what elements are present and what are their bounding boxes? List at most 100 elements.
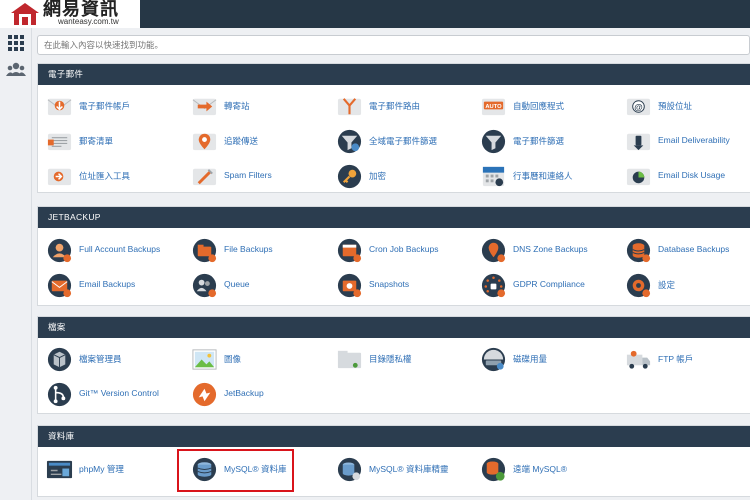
svg-text:@: @: [634, 102, 642, 112]
email-backups-icon: [47, 273, 72, 298]
item-address-importer[interactable]: 位址匯入工具: [46, 162, 186, 190]
section-jetbackup-title: JETBACKUP: [38, 207, 750, 228]
item-mailing-lists[interactable]: 郵寄清單: [46, 127, 186, 155]
item-email-deliverability[interactable]: Email Deliverability: [625, 127, 750, 155]
item-label: 行事曆和連絡人: [513, 171, 573, 181]
item-label: Email Disk Usage: [658, 170, 726, 180]
item-encryption[interactable]: 加密: [336, 162, 476, 190]
calendars-contacts-icon: [482, 166, 505, 187]
item-settings[interactable]: 設定: [625, 271, 750, 299]
database-backups-icon: [626, 238, 651, 263]
item-email-backups[interactable]: Email Backups: [46, 271, 186, 299]
item-label: 追蹤傳送: [224, 136, 259, 146]
file-manager-icon: [47, 347, 72, 372]
item-git-version-control[interactable]: Git™ Version Control: [46, 380, 186, 408]
item-file-backups[interactable]: File Backups: [191, 236, 331, 264]
item-label: 電子郵件路由: [369, 101, 421, 111]
item-cron-job-backups[interactable]: Cron Job Backups: [336, 236, 476, 264]
item-label: MySQL® 資料庫精靈: [369, 464, 449, 474]
track-delivery-icon: [192, 133, 217, 151]
brand-logo[interactable]: 網易資訊 wanteasy.com.tw: [0, 0, 140, 28]
item-ftp-accounts[interactable]: FTP 帳戶: [625, 345, 750, 373]
item-images[interactable]: 圖像: [191, 345, 331, 373]
users-icon[interactable]: [6, 60, 26, 80]
full-account-backups-icon: [47, 238, 72, 263]
grid-icon[interactable]: [6, 33, 26, 53]
email-disk-usage-icon: [626, 168, 651, 186]
jetbackup-icon: [192, 382, 217, 407]
mysql-database-wizard-icon: [337, 457, 362, 482]
item-label: Email Deliverability: [658, 135, 730, 145]
images-icon: [192, 349, 217, 370]
address-importer-icon: [47, 168, 72, 186]
item-label: GDPR Compliance: [513, 279, 585, 289]
sidebar: [0, 28, 32, 500]
house-logo-icon: [11, 3, 39, 25]
item-label: 位址匯入工具: [79, 171, 131, 181]
settings-icon: [626, 273, 651, 298]
item-label: 郵寄清單: [79, 136, 114, 146]
file-backups-icon: [192, 238, 217, 263]
item-file-manager[interactable]: 檔案管理員: [46, 345, 186, 373]
email-routing-icon: [337, 98, 362, 116]
email-filters-icon: [481, 129, 506, 154]
item-label: 轉寄站: [224, 101, 250, 111]
item-mysql-databases[interactable]: MySQL® 資料庫: [191, 455, 331, 483]
item-email-routing[interactable]: 電子郵件路由: [336, 92, 476, 120]
item-label: MySQL® 資料庫: [224, 464, 287, 474]
ftp-accounts-icon: [626, 350, 651, 369]
phpmyadmin-icon: [46, 460, 73, 479]
item-label: Queue: [224, 279, 250, 289]
item-directory-privacy[interactable]: 目錄隱私權: [336, 345, 476, 373]
item-mysql-database-wizard[interactable]: MySQL® 資料庫精靈: [336, 455, 476, 483]
item-autoresponders[interactable]: AUTO 自動回應程式: [480, 92, 620, 120]
global-email-filters-icon: [337, 129, 362, 154]
item-label: File Backups: [224, 244, 273, 254]
item-dns-zone-backups[interactable]: DNS Zone Backups: [480, 236, 620, 264]
item-label: 自動回應程式: [513, 101, 565, 111]
mysql-databases-icon: [192, 457, 217, 482]
item-full-account-backups[interactable]: Full Account Backups: [46, 236, 186, 264]
item-label: Snapshots: [369, 279, 410, 289]
default-address-icon: @: [626, 98, 651, 116]
item-label: Spam Filters: [224, 170, 272, 180]
item-label: 目錄隱私權: [369, 354, 412, 364]
section-email-title: 電子郵件: [38, 64, 750, 85]
item-email-filters[interactable]: 電子郵件篩選: [480, 127, 620, 155]
item-label: 電子郵件帳戶: [79, 101, 131, 111]
email-accounts-icon: [47, 98, 72, 116]
item-phpmyadmin[interactable]: phpMy 管理: [46, 455, 186, 483]
item-snapshots[interactable]: Snapshots: [336, 271, 476, 299]
item-remote-mysql[interactable]: 遠端 MySQL®: [480, 455, 620, 483]
item-disk-usage[interactable]: 磁碟用量: [480, 345, 620, 373]
item-queue[interactable]: Queue: [191, 271, 331, 299]
item-label: Database Backups: [658, 244, 730, 254]
item-database-backups[interactable]: Database Backups: [625, 236, 750, 264]
disk-usage-icon: [481, 347, 506, 372]
gdpr-compliance-icon: [481, 273, 506, 298]
encryption-icon: [337, 164, 362, 189]
item-spam-filters[interactable]: Spam Filters: [191, 162, 331, 190]
item-label: 預設位址: [658, 101, 693, 111]
item-email-disk-usage[interactable]: Email Disk Usage: [625, 162, 750, 190]
search-input[interactable]: [37, 35, 750, 55]
forwarders-icon: [192, 98, 217, 116]
item-global-email-filters[interactable]: 全域電子郵件篩選: [336, 127, 476, 155]
item-label: JetBackup: [224, 388, 264, 398]
item-gdpr-compliance[interactable]: GDPR Compliance: [480, 271, 620, 299]
item-label: FTP 帳戶: [658, 354, 694, 364]
item-track-delivery[interactable]: 追蹤傳送: [191, 127, 331, 155]
item-label: 電子郵件篩選: [513, 136, 565, 146]
item-label: Git™ Version Control: [79, 388, 159, 398]
git-version-control-icon: [47, 382, 72, 407]
item-label: 設定: [658, 280, 676, 290]
item-forwarders[interactable]: 轉寄站: [191, 92, 331, 120]
item-calendars-contacts[interactable]: 行事曆和連絡人: [480, 162, 620, 190]
queue-icon: [192, 273, 217, 298]
autoresponders-icon: AUTO: [481, 98, 506, 116]
item-default-address[interactable]: @ 預設位址: [625, 92, 750, 120]
item-jetbackup[interactable]: JetBackup: [191, 380, 331, 408]
item-label: 檔案管理員: [79, 354, 122, 364]
item-label: Email Backups: [79, 279, 136, 289]
item-email-accounts[interactable]: 電子郵件帳戶: [46, 92, 186, 120]
